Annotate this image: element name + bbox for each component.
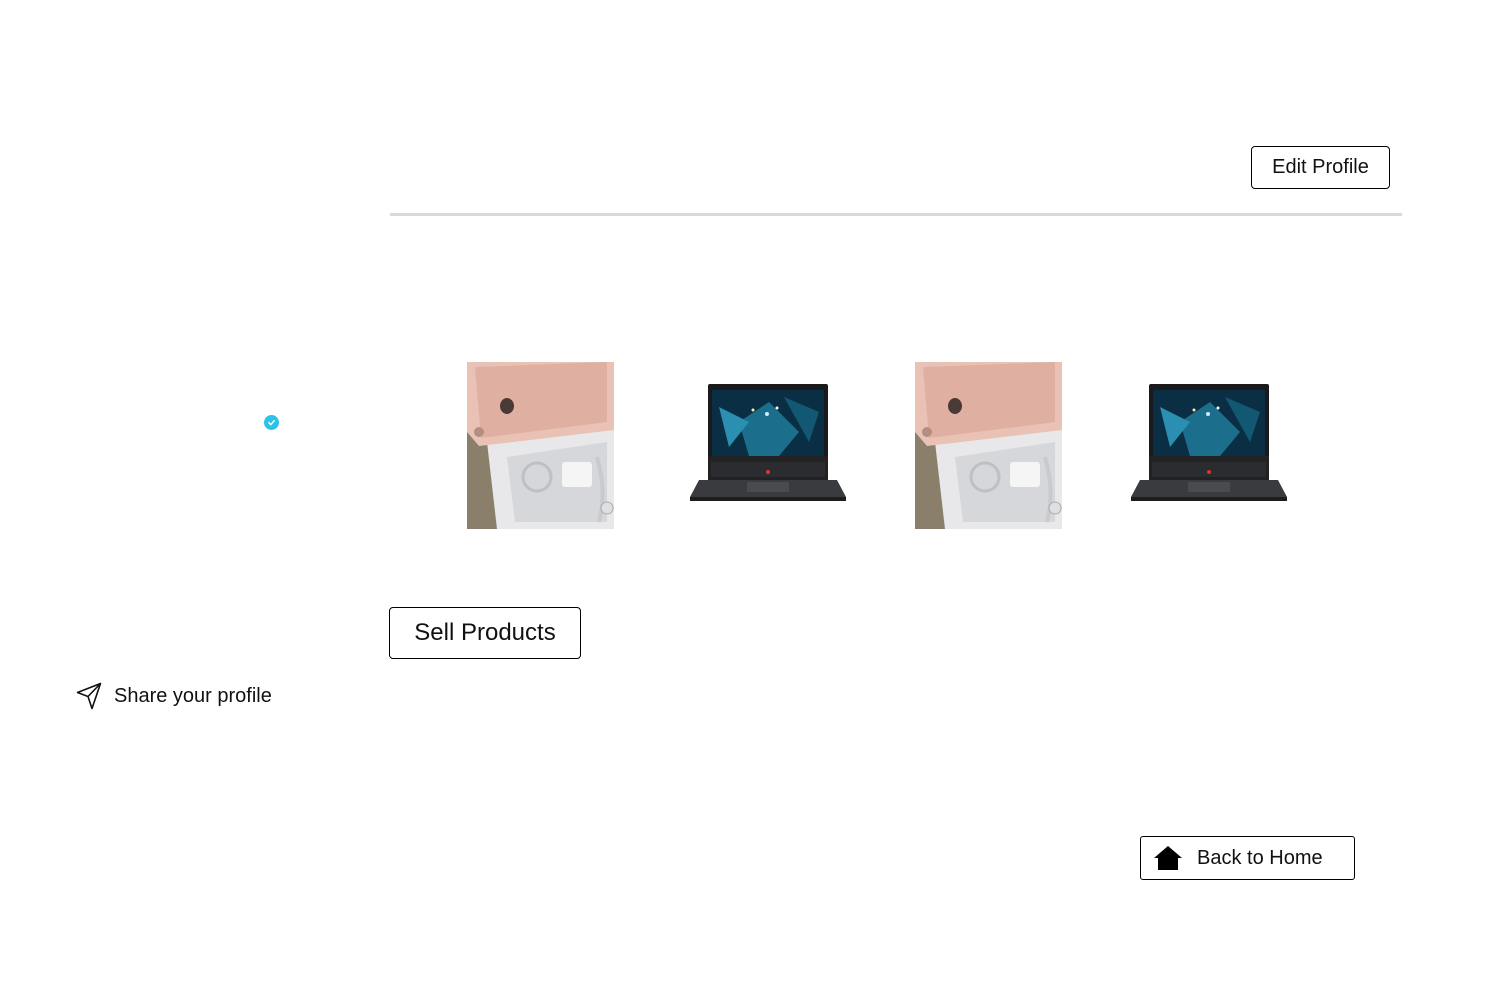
divider — [390, 213, 1402, 216]
share-profile-link[interactable]: Share your profile — [76, 681, 272, 711]
product-thumbnail-laptop[interactable] — [689, 362, 847, 529]
product-image-phone — [915, 362, 1062, 529]
share-profile-label: Share your profile — [114, 684, 272, 707]
back-to-home-label: Back to Home — [1197, 846, 1323, 869]
product-image-laptop — [690, 384, 846, 501]
product-image-laptop — [1131, 384, 1287, 501]
edit-profile-button[interactable]: Edit Profile — [1251, 146, 1390, 189]
product-thumbnail-laptop[interactable] — [1130, 362, 1288, 529]
product-image-phone — [467, 362, 614, 529]
home-icon — [1154, 846, 1182, 870]
profile-page: Edit Profile Sell Products Share your pr… — [0, 0, 1512, 982]
send-icon — [76, 682, 102, 710]
check-icon — [268, 419, 275, 426]
back-to-home-button[interactable]: Back to Home — [1140, 836, 1355, 880]
verified-badge — [264, 415, 279, 430]
product-thumbnail-phone[interactable] — [915, 362, 1062, 529]
sell-products-button[interactable]: Sell Products — [389, 607, 581, 659]
product-thumbnail-phone[interactable] — [467, 362, 614, 529]
